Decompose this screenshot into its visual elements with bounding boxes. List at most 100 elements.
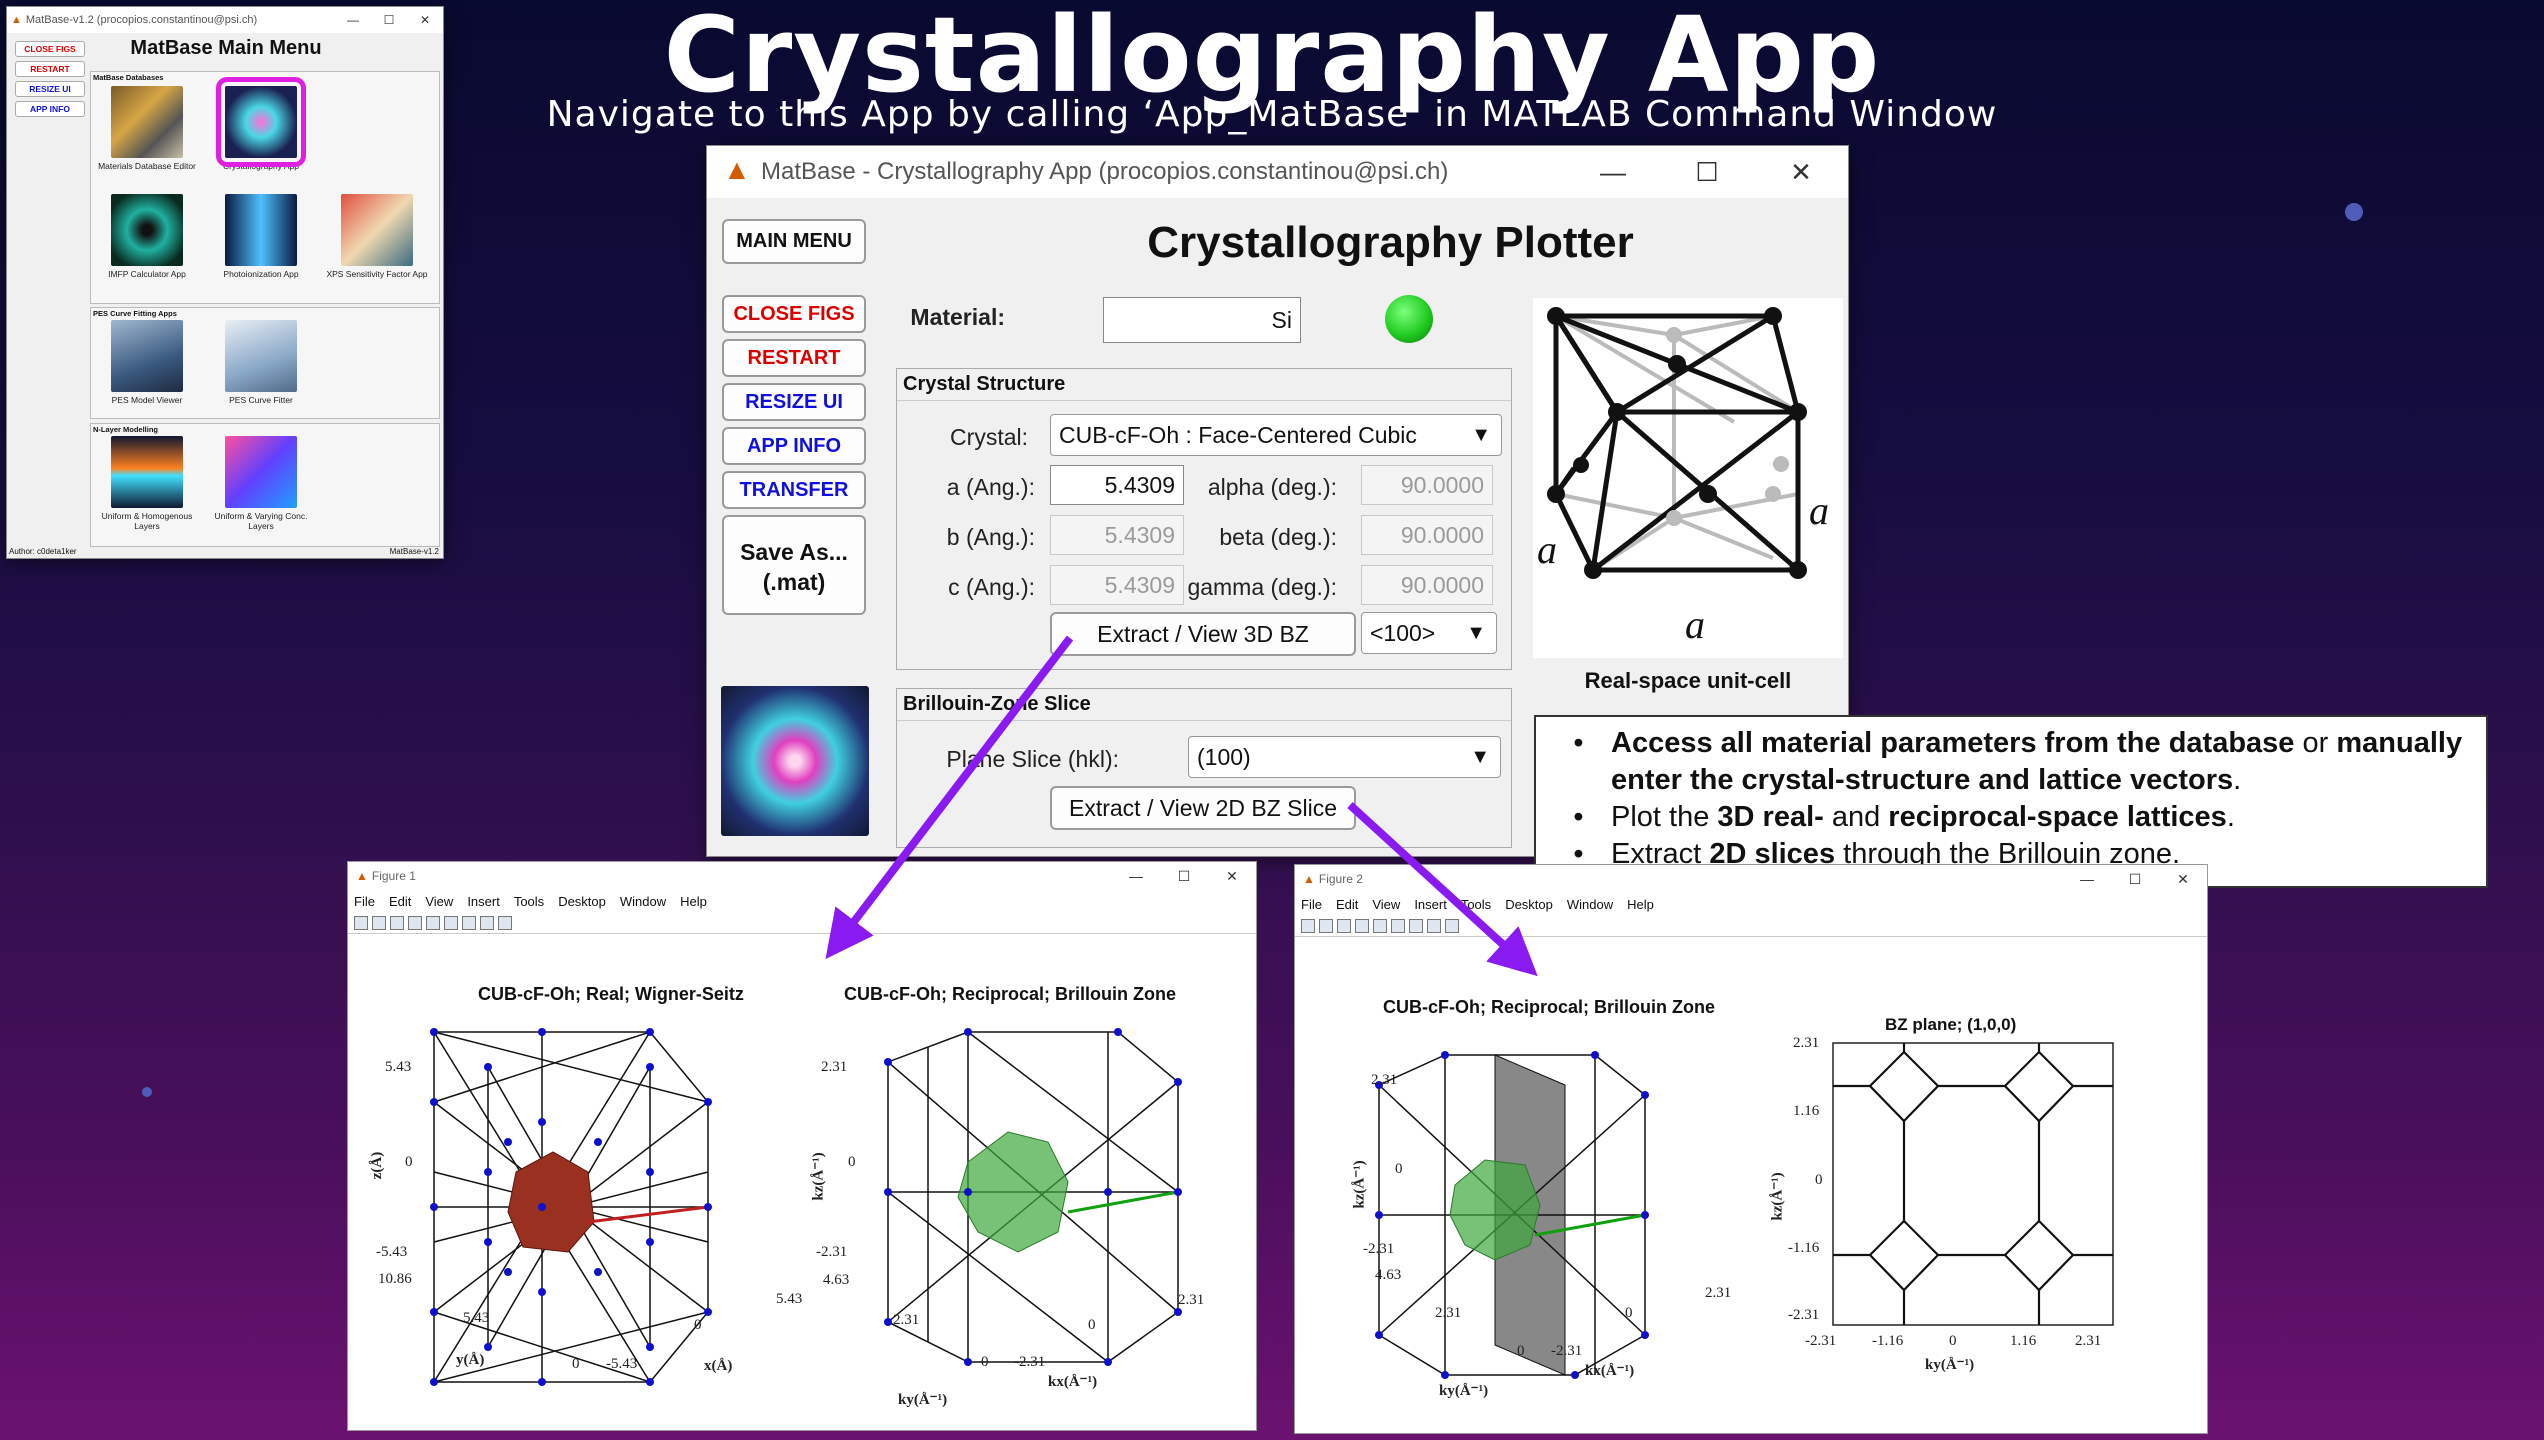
app-photoionization[interactable]: Photoionization App [207, 192, 315, 279]
menu-edit[interactable]: Edit [1336, 897, 1358, 912]
colorbar-icon[interactable] [444, 915, 458, 930]
view-direction-dropdown[interactable]: <100> ▼ [1361, 612, 1497, 654]
maximize-icon[interactable]: ☐ [1160, 862, 1208, 890]
app-varying-conc-layers[interactable]: Uniform & Varying Conc. Layers [207, 434, 315, 531]
menu-file[interactable]: File [1301, 897, 1322, 912]
pointer-icon[interactable] [1427, 918, 1441, 933]
tick-label: 5.43 [463, 1310, 490, 1326]
menu-view[interactable]: View [1372, 897, 1400, 912]
minimize-icon[interactable]: — [335, 7, 371, 33]
save-icon[interactable] [390, 915, 404, 930]
print-icon[interactable] [1355, 918, 1369, 933]
menu-help[interactable]: Help [1627, 897, 1654, 912]
print-icon[interactable] [408, 915, 422, 930]
menu-tools[interactable]: Tools [1461, 897, 1491, 912]
save-as-label: Save As... [740, 539, 848, 565]
menu-tools[interactable]: Tools [514, 894, 544, 909]
close-icon[interactable]: ✕ [2159, 865, 2207, 893]
crystal-structure-title: Crystal Structure [897, 369, 1511, 401]
tick-label: -2.31 [1805, 1333, 1837, 1349]
close-icon[interactable]: ✕ [407, 7, 443, 33]
restart-button[interactable]: RESTART [722, 339, 866, 377]
tick-label: 2.31 [1793, 1035, 1820, 1051]
app-label: PES Curve Fitter [229, 395, 293, 405]
app-pes-model-viewer[interactable]: PES Model Viewer [93, 318, 201, 405]
app-materials-database-editor[interactable]: Materials Database Editor [93, 84, 201, 171]
app-xps-sensitivity[interactable]: XPS Sensitivity Factor App [323, 192, 431, 279]
pointer-icon[interactable] [480, 915, 494, 930]
open-icon[interactable] [372, 915, 386, 930]
tick-label: 2.31 [1371, 1072, 1398, 1088]
property-icon[interactable] [498, 915, 512, 930]
link-icon[interactable] [1373, 918, 1387, 933]
close-icon[interactable]: ✕ [1208, 862, 1256, 890]
close-icon[interactable]: ✕ [1754, 146, 1848, 198]
close-figs-button[interactable]: CLOSE FIGS [722, 295, 866, 333]
legend-icon[interactable] [462, 915, 476, 930]
bullet-bold: Access all material parameters from the … [1611, 727, 2295, 759]
app-pes-curve-fitter[interactable]: PES Curve Fitter [207, 318, 315, 405]
maximize-icon[interactable]: ☐ [2111, 865, 2159, 893]
legend-icon[interactable] [1409, 918, 1423, 933]
matlab-icon: ▲ [723, 154, 751, 185]
menu-window[interactable]: Window [1567, 897, 1613, 912]
menu-edit[interactable]: Edit [389, 894, 411, 909]
save-icon[interactable] [1337, 918, 1351, 933]
unit-cell-a-right: a [1809, 488, 1829, 533]
new-figure-icon[interactable] [354, 915, 368, 930]
resize-ui-button[interactable]: RESIZE UI [722, 383, 866, 421]
crystal-dropdown-value: CUB-cF-Oh : Face-Centered Cubic [1059, 422, 1417, 448]
menu-insert[interactable]: Insert [1414, 897, 1447, 912]
colorbar-icon[interactable] [1391, 918, 1405, 933]
save-as-button[interactable]: Save As... (.mat) [722, 515, 866, 615]
menu-window[interactable]: Window [620, 894, 666, 909]
app-label: IMFP Calculator App [108, 269, 186, 279]
figure2-window: ▲ Figure 2 — ☐ ✕ File Edit View Insert Tools De… [1294, 864, 2208, 1434]
property-icon[interactable] [1445, 918, 1459, 933]
material-input[interactable]: Si [1103, 297, 1301, 343]
app-info-button[interactable]: APP INFO [722, 427, 866, 465]
menu-file[interactable]: File [354, 894, 375, 909]
menu-view[interactable]: View [425, 894, 453, 909]
app-imfp-calculator[interactable]: IMFP Calculator App [93, 192, 201, 279]
minimize-icon[interactable]: — [1566, 146, 1660, 198]
plot3-title: CUB-cF-Oh; Reciprocal; Brillouin Zone [1383, 997, 1716, 1017]
plane-slice-dropdown[interactable]: (100) ▼ [1188, 736, 1501, 778]
feature-bullet: • Plot the 3D real- and reciprocal-space … [1546, 799, 2476, 836]
menu-desktop[interactable]: Desktop [1505, 897, 1553, 912]
mm-app-info-button[interactable]: APP INFO [15, 101, 85, 117]
app-crystallography[interactable]: Crystallography App [207, 77, 315, 171]
maximize-icon[interactable]: ☐ [371, 7, 407, 33]
link-icon[interactable] [426, 915, 440, 930]
open-icon[interactable] [1319, 918, 1333, 933]
mm-close-figs-button[interactable]: CLOSE FIGS [15, 41, 85, 57]
menu-desktop[interactable]: Desktop [558, 894, 606, 909]
transfer-button[interactable]: TRANSFER [722, 471, 866, 509]
alpha-input: 90.0000 [1361, 465, 1493, 505]
main-menu-button[interactable]: MAIN MENU [722, 219, 866, 264]
menu-help[interactable]: Help [680, 894, 707, 909]
chevron-down-icon: ▼ [1466, 622, 1486, 644]
menu-insert[interactable]: Insert [467, 894, 500, 909]
feature-info-box: • Access all material parameters from the… [1534, 715, 2488, 888]
tick-label: 0 [848, 1154, 856, 1170]
mm-resize-ui-button[interactable]: RESIZE UI [15, 81, 85, 97]
extract-3d-bz-button[interactable]: Extract / View 3D BZ [1050, 612, 1356, 656]
app-uniform-homogenous-layers[interactable]: Uniform & Homogenous Layers [93, 434, 201, 531]
tick-label: -5.43 [606, 1356, 638, 1372]
c-input: 5.4309 [1050, 565, 1184, 605]
tick-label: 2.31 [1705, 1285, 1732, 1301]
mm-restart-button[interactable]: RESTART [15, 61, 85, 77]
minimize-icon[interactable]: — [1112, 862, 1160, 890]
new-figure-icon[interactable] [1301, 918, 1315, 933]
app-label: XPS Sensitivity Factor App [326, 269, 428, 279]
extract-2d-bz-button[interactable]: Extract / View 2D BZ Slice [1050, 786, 1356, 830]
brillouin-zone-shape [957, 1131, 1069, 1253]
crystallography-icon [216, 77, 306, 167]
brillouin-zone-shape [1449, 1159, 1541, 1261]
maximize-icon[interactable]: ☐ [1660, 146, 1754, 198]
plane-slice-label: Plane Slice (hkl): [946, 746, 1119, 772]
crystal-dropdown[interactable]: CUB-cF-Oh : Face-Centered Cubic ▼ [1050, 414, 1502, 456]
minimize-icon[interactable]: — [2063, 865, 2111, 893]
a-input[interactable]: 5.4309 [1050, 465, 1184, 505]
